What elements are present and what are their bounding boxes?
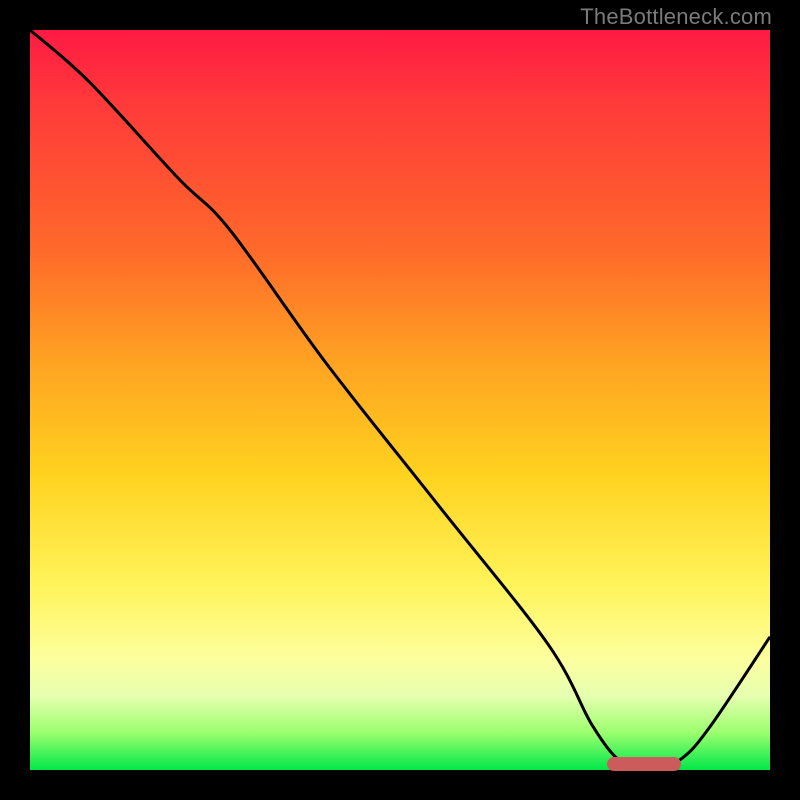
chart-frame: TheBottleneck.com: [0, 0, 800, 800]
target-bar: [607, 757, 681, 771]
plot-area: [30, 30, 770, 770]
curve-path: [30, 30, 770, 770]
bottleneck-curve: [30, 30, 770, 770]
watermark-text: TheBottleneck.com: [580, 4, 772, 30]
